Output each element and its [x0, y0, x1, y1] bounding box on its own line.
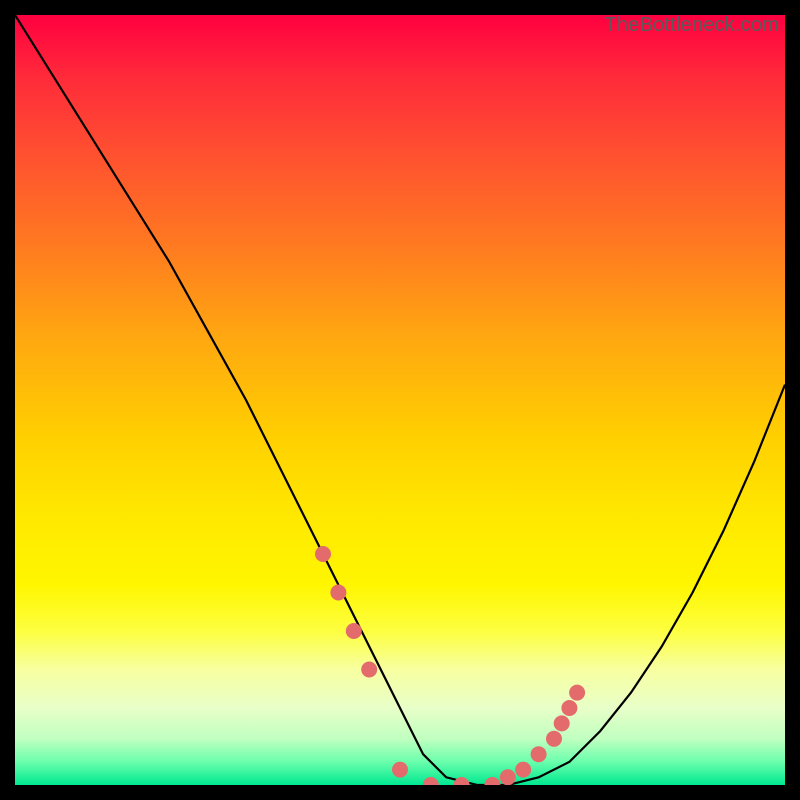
marker-dot [315, 546, 331, 562]
highlight-markers [315, 546, 585, 785]
marker-dot [569, 685, 585, 701]
marker-dot [361, 662, 377, 678]
curve-line [15, 15, 785, 785]
marker-dot [546, 731, 562, 747]
chart-frame: TheBottleneck.com [15, 15, 785, 785]
marker-dot [561, 700, 577, 716]
marker-dot [392, 762, 408, 778]
marker-dot [500, 769, 516, 785]
marker-dot [330, 585, 346, 601]
marker-dot [554, 715, 570, 731]
watermark-text: TheBottleneck.com [604, 14, 779, 37]
marker-dot [454, 777, 470, 785]
marker-dot [515, 762, 531, 778]
marker-dot [484, 777, 500, 785]
marker-dot [423, 777, 439, 785]
chart-svg [15, 15, 785, 785]
marker-dot [346, 623, 362, 639]
bottleneck-curve [15, 15, 785, 785]
marker-dot [531, 746, 547, 762]
